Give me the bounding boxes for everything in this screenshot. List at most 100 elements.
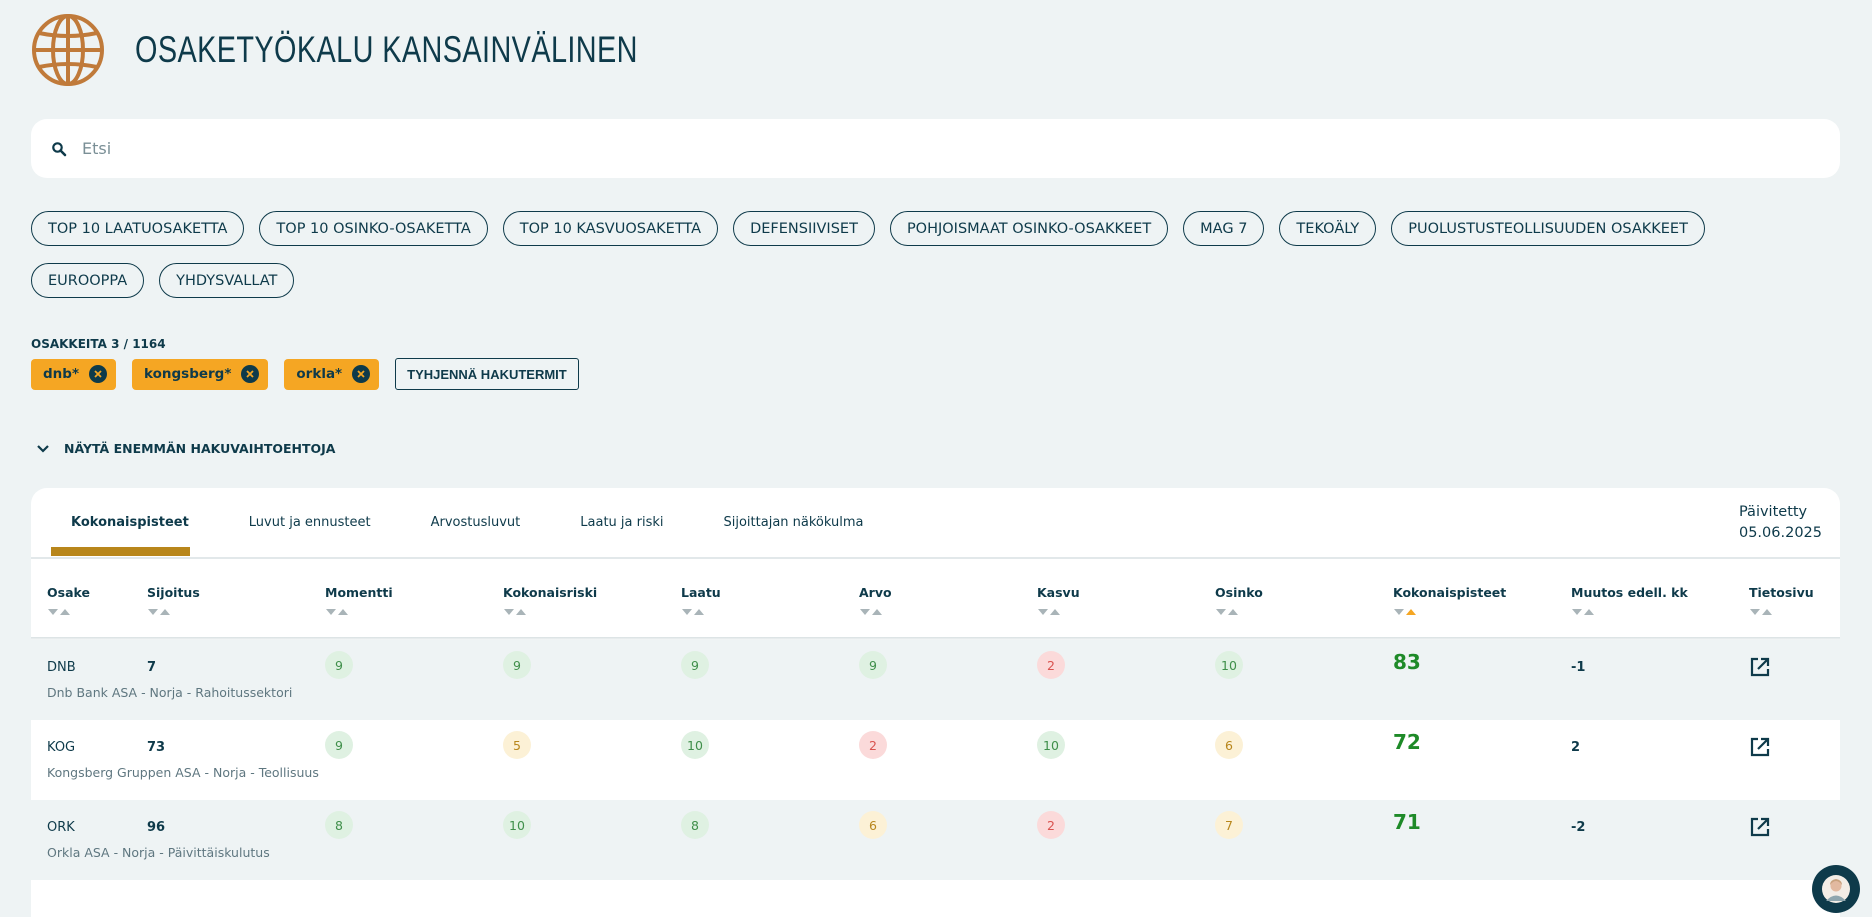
filter-tag: dnb*: [31, 358, 116, 390]
score-osinko: 7: [1215, 811, 1243, 839]
divider: [31, 557, 1840, 559]
column-header-kokonaispisteet[interactable]: Kokonaispisteet: [1393, 585, 1506, 600]
table-row[interactable]: ORK 96 Orkla ASA - Norja - Päivittäiskul…: [31, 800, 1840, 880]
app-header: OSAKETYÖKALU KANSAINVÄLINEN: [31, 13, 780, 87]
score-osinko: 6: [1215, 731, 1243, 759]
sort-icon[interactable]: [47, 605, 75, 617]
sort-icon[interactable]: [1571, 605, 1599, 617]
sort-icon[interactable]: [147, 605, 175, 617]
filter-tag: kongsberg*: [132, 358, 269, 390]
preset-chip[interactable]: PUOLUSTUSTEOLLISUUDEN OSAKKEET: [1391, 211, 1705, 246]
company-description: Dnb Bank ASA - Norja - Rahoitussektori: [47, 685, 293, 700]
preset-chip[interactable]: TOP 10 OSINKO-OSAKETTA: [259, 211, 488, 246]
filter-tag-label: orkla*: [296, 366, 343, 382]
score-kokonaisriski: 5: [503, 731, 531, 759]
total-score: 72: [1393, 730, 1421, 754]
preset-chip[interactable]: TOP 10 KASVUOSAKETTA: [502, 211, 719, 246]
page-title: OSAKETYÖKALU KANSAINVÄLINEN: [135, 29, 638, 70]
chat-support-button[interactable]: [1812, 865, 1860, 913]
column-header-laatu[interactable]: Laatu: [681, 585, 721, 600]
external-link-icon[interactable]: [1749, 656, 1771, 678]
more-options-toggle[interactable]: NÄYTÄ ENEMMÄN HAKUVAIHTOEHTOJA: [36, 441, 335, 456]
tab-luvut-ja-ennusteet[interactable]: Luvut ja ennusteet: [229, 488, 391, 557]
score-laatu: 8: [681, 811, 709, 839]
sort-icon[interactable]: [859, 605, 887, 617]
rank: 96: [147, 820, 166, 835]
score-momentti: 9: [325, 731, 353, 759]
clear-search-terms-button[interactable]: TYHJENNÄ HAKUTERMIT: [395, 358, 579, 390]
monthly-change: 2: [1571, 740, 1581, 755]
preset-chip[interactable]: POHJOISMAAT OSINKO-OSAKKEET: [889, 211, 1169, 246]
score-kasvu: 2: [1037, 811, 1065, 839]
score-laatu: 10: [681, 731, 709, 759]
score-arvo: 2: [859, 731, 887, 759]
search-icon: [52, 141, 67, 156]
preset-chip[interactable]: DEFENSIIVISET: [733, 211, 875, 246]
table-row[interactable]: KOG 73 Kongsberg Gruppen ASA - Norja - T…: [31, 720, 1840, 800]
monthly-change: -1: [1571, 660, 1586, 675]
remove-filter-icon[interactable]: [352, 365, 371, 383]
column-header-sijoitus[interactable]: Sijoitus: [147, 585, 200, 600]
result-count: OSAKKEITA 3 / 1164: [31, 337, 166, 351]
chevron-down-icon: [37, 444, 49, 453]
tab-laatu-ja-riski[interactable]: Laatu ja riski: [560, 488, 683, 557]
avatar: [1822, 875, 1850, 903]
remove-filter-icon[interactable]: [241, 365, 260, 383]
remove-filter-icon[interactable]: [89, 365, 107, 383]
preset-chip[interactable]: MAG 7: [1183, 211, 1265, 246]
monthly-change: -2: [1571, 820, 1586, 835]
sort-icon[interactable]: [325, 605, 353, 617]
score-kokonaisriski: 9: [503, 651, 531, 679]
sort-icon[interactable]: [1215, 605, 1243, 617]
column-header-arvo[interactable]: Arvo: [859, 585, 892, 600]
tab-sijoittajan-nakokulma[interactable]: Sijoittajan näkökulma: [704, 488, 884, 557]
column-header-osinko[interactable]: Osinko: [1215, 585, 1263, 600]
tab-arvostusluvut[interactable]: Arvostusluvut: [411, 488, 541, 557]
rank: 7: [147, 660, 157, 675]
column-header-kokonaisriski[interactable]: Kokonaisriski: [503, 585, 597, 600]
company-description: Kongsberg Gruppen ASA - Norja - Teollisu…: [47, 765, 319, 780]
column-header-osake[interactable]: Osake: [47, 585, 90, 600]
score-kasvu: 10: [1037, 731, 1065, 759]
score-arvo: 6: [859, 811, 887, 839]
sort-active-icon[interactable]: [1393, 605, 1421, 617]
ticker[interactable]: DNB: [47, 660, 76, 675]
search-box[interactable]: [31, 119, 1840, 178]
active-filters: dnb* kongsberg* orkla* TYHJENNÄ HAKUTERM…: [31, 358, 579, 390]
sort-icon[interactable]: [1749, 605, 1777, 617]
external-link-icon[interactable]: [1749, 816, 1771, 838]
ticker[interactable]: ORK: [47, 820, 75, 835]
updated-date: 05.06.2025: [1738, 525, 1822, 541]
score-laatu: 9: [681, 651, 709, 679]
table-row[interactable]: DNB 7 Dnb Bank ASA - Norja - Rahoitussek…: [31, 640, 1840, 720]
search-input[interactable]: [82, 139, 1682, 158]
score-kokonaisriski: 10: [503, 811, 531, 839]
column-header-muutos[interactable]: Muutos edell. kk: [1571, 585, 1688, 600]
active-tab-indicator: [51, 547, 190, 556]
column-header-kasvu[interactable]: Kasvu: [1037, 585, 1080, 600]
preset-chip[interactable]: EUROOPPA: [31, 263, 145, 298]
preset-chip[interactable]: TEKOÄLY: [1279, 211, 1377, 246]
company-description: Orkla ASA - Norja - Päivittäiskulutus: [47, 845, 270, 860]
score-osinko: 10: [1215, 651, 1243, 679]
preset-filters: TOP 10 LAATUOSAKETTA TOP 10 OSINKO-OSAKE…: [31, 211, 1851, 315]
rank: 73: [147, 740, 166, 755]
score-momentti: 9: [325, 651, 353, 679]
column-header-tietosivu[interactable]: Tietosivu: [1749, 585, 1814, 600]
more-options-label: NÄYTÄ ENEMMÄN HAKUVAIHTOEHTOJA: [64, 441, 336, 456]
updated-info: Päivitetty 05.06.2025: [1739, 502, 1822, 544]
score-momentti: 8: [325, 811, 353, 839]
preset-chip[interactable]: TOP 10 LAATUOSAKETTA: [31, 211, 245, 246]
filter-tag-label: dnb*: [43, 366, 79, 382]
total-score: 71: [1393, 810, 1421, 834]
column-header-momentti[interactable]: Momentti: [325, 585, 393, 600]
sort-icon[interactable]: [503, 605, 531, 617]
sort-icon[interactable]: [1037, 605, 1065, 617]
total-score: 83: [1393, 650, 1421, 674]
globe-icon: [32, 14, 104, 86]
preset-chip[interactable]: YHDYSVALLAT: [159, 263, 295, 298]
sort-icon[interactable]: [681, 605, 709, 617]
external-link-icon[interactable]: [1749, 736, 1771, 758]
stock-table-card: Kokonaispisteet Luvut ja ennusteet Arvos…: [31, 488, 1840, 917]
ticker[interactable]: KOG: [47, 740, 75, 755]
